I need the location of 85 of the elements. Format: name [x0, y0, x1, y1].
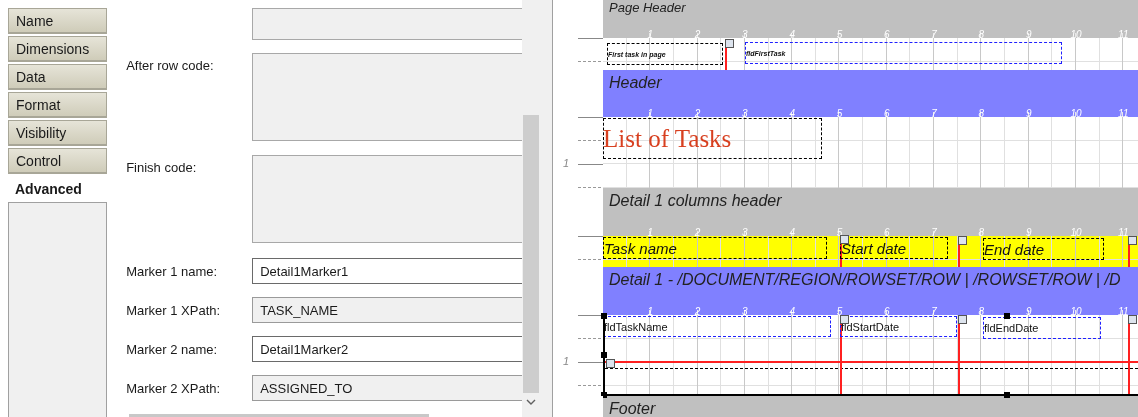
resize-handle[interactable]: [1128, 315, 1137, 324]
chevron-down-icon[interactable]: [526, 398, 537, 406]
ruler-number: 10: [1070, 108, 1082, 117]
ruler-number: 5: [836, 29, 843, 38]
horizontal-scrollbar-thumb[interactable]: [129, 414, 430, 417]
ruler-number: 5: [836, 108, 843, 117]
field-label: Marker 1 name:: [126, 263, 219, 279]
field-label: After row code:: [126, 57, 215, 73]
band-title: Detail 1 - /DOCUMENT/REGION/ROWSET/ROW | /ROWSET/ROW | /D: [608, 271, 1121, 289]
ruler-number: 11: [1118, 108, 1129, 117]
ruler-number: 1: [563, 355, 570, 367]
band-title: Footer: [608, 400, 656, 417]
ruler-number: 3: [742, 306, 748, 315]
text-input[interactable]: ASSIGNED_TO: [252, 375, 523, 401]
selection-handle[interactable]: [1004, 313, 1010, 319]
ruler-number: 7: [931, 306, 937, 315]
ruler-number: 10: [1070, 227, 1082, 236]
ruler-number: 6: [884, 227, 890, 236]
guide-line: [1128, 244, 1130, 267]
field-label: Marker 2 XPath:: [126, 380, 222, 396]
band-title: Header: [608, 74, 662, 92]
ruler-number: 2: [694, 108, 701, 117]
ruler-number: 1: [647, 108, 654, 117]
field-label: Marker 1 XPath:: [126, 302, 222, 318]
ruler-number: 1: [647, 306, 654, 315]
ruler-number: 1: [647, 29, 654, 38]
selection-handle[interactable]: [601, 352, 607, 358]
field-label: Marker 2 name:: [126, 341, 219, 357]
ruler-number: 9: [1025, 227, 1032, 236]
property-tab[interactable]: Control: [8, 148, 108, 174]
ruler-number: 7: [931, 29, 937, 38]
text-input[interactable]: Detail1Marker2: [252, 336, 523, 362]
ruler-number: 1: [647, 227, 654, 236]
ruler-number: 2: [694, 29, 701, 38]
band-title: Page Header: [608, 0, 686, 15]
property-tab[interactable]: Name: [8, 8, 108, 34]
text-input[interactable]: TASK_NAME: [252, 297, 523, 323]
resize-handle[interactable]: [958, 315, 967, 324]
ruler-number: 4: [789, 108, 795, 117]
ruler-number: 10: [1070, 306, 1082, 315]
ruler-number: 9: [1025, 306, 1032, 315]
ruler-number: 8: [978, 306, 985, 315]
ruler-number: 6: [884, 306, 890, 315]
resize-handle[interactable]: [1128, 236, 1137, 245]
ruler-number: 3: [742, 227, 748, 236]
ruler-number: 11: [1118, 306, 1129, 315]
resize-handle[interactable]: [725, 39, 734, 48]
ruler-number: 4: [789, 29, 795, 38]
guide-line: [958, 244, 960, 267]
selection-handle[interactable]: [1004, 392, 1010, 398]
resize-handle[interactable]: [606, 359, 615, 368]
ruler-number: 2: [694, 306, 701, 315]
band-title: Detail 1 columns header: [608, 192, 782, 210]
selection-handle[interactable]: [601, 313, 607, 319]
scrollbar-thumb[interactable]: [523, 115, 540, 393]
ruler-number: 6: [884, 108, 890, 117]
ruler-number: 2: [694, 227, 701, 236]
title-element[interactable]: List of Tasks: [603, 118, 822, 159]
data-field[interactable]: fldEndDate: [983, 317, 1101, 339]
property-tab[interactable]: Dimensions: [8, 36, 108, 62]
ruler-number: 5: [836, 306, 843, 315]
guide-line: [840, 244, 842, 267]
ruler-number: 9: [1025, 108, 1032, 117]
guide-line: [725, 46, 727, 70]
text-input[interactable]: Detail1Marker1: [252, 258, 523, 284]
ruler-number: 7: [931, 227, 937, 236]
ruler-number: 10: [1070, 29, 1082, 38]
ruler-number: 7: [931, 108, 937, 117]
ruler-number: 8: [978, 108, 985, 117]
ruler-number: 3: [742, 29, 748, 38]
ruler-number: 4: [789, 227, 795, 236]
property-tab[interactable]: Visibility: [8, 120, 108, 146]
property-tab[interactable]: Data: [8, 64, 108, 90]
ruler-number: 11: [1118, 29, 1129, 38]
ruler-number: 4: [789, 306, 795, 315]
ruler-number: 9: [1025, 29, 1032, 38]
property-tab[interactable]: Format: [8, 92, 108, 118]
field-label: Finish code:: [126, 159, 198, 175]
ruler-number: 6: [884, 29, 890, 38]
ruler-number: 8: [978, 227, 985, 236]
ruler-number: 3: [742, 108, 748, 117]
ruler-number: 1: [563, 157, 570, 169]
ruler-number: 8: [978, 29, 985, 38]
resize-handle[interactable]: [958, 236, 967, 245]
ruler-number: 11: [1118, 227, 1129, 236]
